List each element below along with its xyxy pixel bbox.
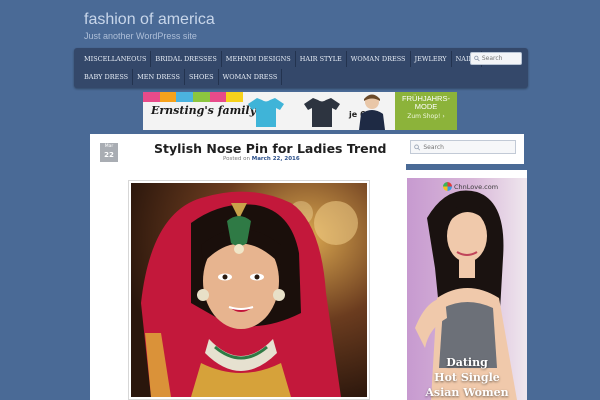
main-navigation: MISCELLANEOUS BRIDAL DRESSES MEHNDI DESI… — [74, 48, 528, 88]
nav-item-mehndi-designs[interactable]: MEHNDI DESIGNS — [222, 51, 296, 67]
search-icon — [414, 144, 421, 150]
post-meta: Posted on March 22, 2016 — [223, 156, 300, 162]
nav-row-primary: MISCELLANEOUS BRIDAL DRESSES MEHNDI DESI… — [80, 51, 483, 67]
nav-item-miscellaneous[interactable]: MISCELLANEOUS — [80, 51, 152, 67]
nav-item-jewlery[interactable]: JEWLERY — [411, 51, 452, 67]
post-featured-image[interactable] — [128, 180, 370, 400]
dating-ad[interactable]: ChnLove.com Dating Hot Single Asian Wome… — [407, 178, 527, 400]
post-article: Mar 22 Stylish Nose Pin for Ladies Trend… — [90, 134, 406, 400]
site-title[interactable]: fashion of america — [84, 11, 215, 29]
nav-search-input[interactable] — [481, 55, 521, 62]
nav-item-baby-dress[interactable]: BABY DRESS — [80, 69, 134, 85]
nav-item-men-dress[interactable]: MEN DRESS — [133, 69, 185, 85]
sidebar-search-widget — [401, 134, 524, 164]
nav-item-woman-dress-2[interactable]: WOMAN DRESS — [219, 69, 283, 85]
banner-brand-logo: Ernsting's family — [151, 104, 256, 117]
nav-item-bridal-dresses[interactable]: BRIDAL DRESSES — [151, 51, 222, 67]
sidebar-search-box[interactable] — [410, 140, 516, 154]
chnlove-logo-icon — [443, 182, 452, 191]
tshirt-image — [248, 98, 284, 127]
banner-cta-panel: FRÜHJAHRS-MODE Zum Shop! › — [395, 92, 457, 130]
ad-line-3: Asian Women — [425, 386, 509, 399]
ad-logo: ChnLove.com — [443, 182, 498, 191]
sidebar-ad-widget: ChnLove.com Dating Hot Single Asian Wome… — [401, 170, 527, 400]
nav-search-box[interactable] — [470, 52, 522, 65]
ad-logo-text: ChnLove.com — [454, 182, 499, 191]
nav-item-woman-dress[interactable]: WOMAN DRESS — [347, 51, 411, 67]
sidebar-search-input[interactable] — [423, 143, 515, 151]
banner-shop-link[interactable]: Zum Shop! › — [395, 113, 457, 120]
banner-color-stripes — [143, 92, 244, 102]
nav-row-secondary: BABY DRESS MEN DRESS SHOES WOMAN DRESS — [80, 69, 283, 85]
date-day: 22 — [104, 151, 114, 159]
site-tagline: Just another WordPress site — [84, 31, 197, 41]
post-date-link[interactable]: March 22, 2016 — [252, 156, 300, 162]
tshirt-image — [304, 98, 340, 127]
search-icon — [474, 55, 480, 62]
date-month: Mar — [104, 144, 114, 149]
banner-headline: FRÜHJAHRS-MODE — [402, 94, 450, 111]
nav-item-shoes[interactable]: SHOES — [185, 69, 219, 85]
ad-line-2: Hot Single — [434, 371, 500, 384]
nav-item-hair-style[interactable]: HAIR STYLE — [296, 51, 347, 67]
ad-banner[interactable]: Ernsting's family je 6,99 FRÜHJAHRS-MODE… — [143, 92, 457, 130]
ad-line-1: Dating — [446, 356, 488, 369]
date-badge: Mar 22 — [100, 143, 118, 162]
post-title[interactable]: Stylish Nose Pin for Ladies Trend — [154, 141, 387, 156]
bride-photo — [131, 183, 367, 397]
posted-on-label: Posted on — [223, 156, 250, 162]
child-photo — [359, 94, 385, 130]
